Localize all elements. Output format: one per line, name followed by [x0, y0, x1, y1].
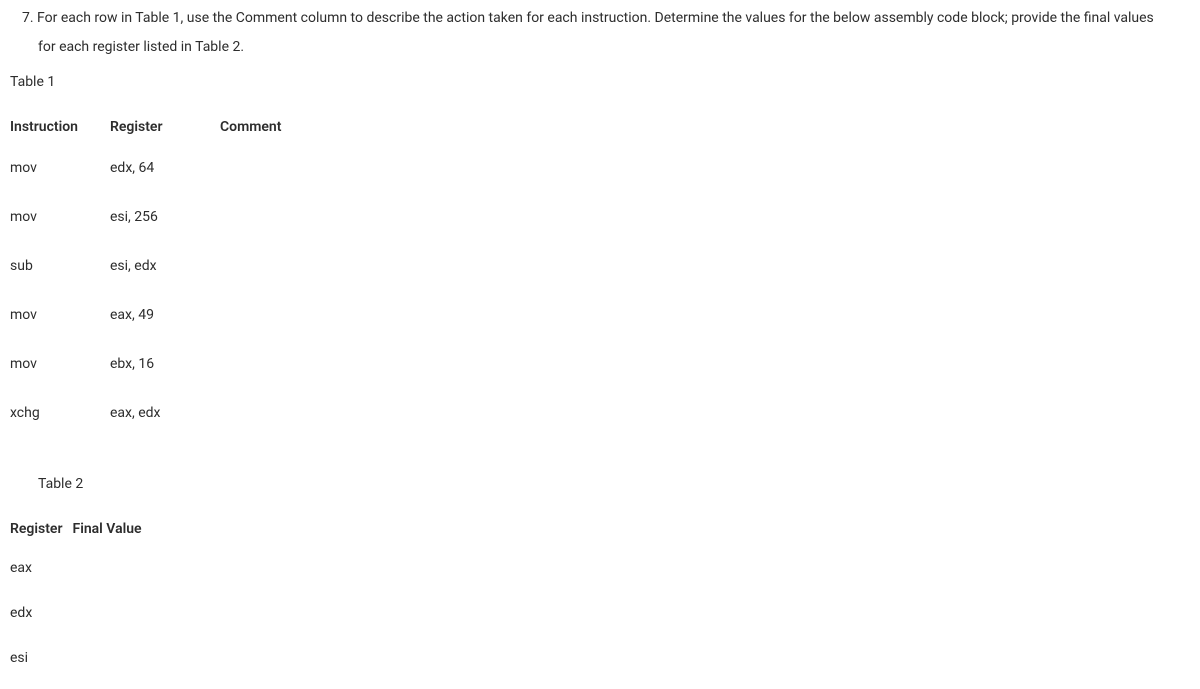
table1: Instruction Register Comment mov edx, 64… [10, 111, 311, 438]
cell-finalvalue [73, 636, 152, 681]
cell-instruction: mov [10, 340, 110, 389]
table2: Register Final Value eax edx esi [10, 513, 152, 681]
table1-header-row: Instruction Register Comment [10, 111, 311, 144]
table1-header-instruction: Instruction [10, 111, 110, 144]
cell-instruction: sub [10, 242, 110, 291]
table-row: mov esi, 256 [10, 193, 311, 242]
table2-label: Table 2 [38, 474, 1190, 495]
cell-comment [220, 193, 311, 242]
cell-register: esi [10, 636, 73, 681]
cell-instruction: xchg [10, 389, 110, 438]
table2-header-row: Register Final Value [10, 513, 152, 546]
table-row: sub esi, edx [10, 242, 311, 291]
table-row: esi [10, 636, 152, 681]
cell-instruction: mov [10, 193, 110, 242]
cell-comment [220, 242, 311, 291]
cell-register: ebx, 16 [110, 340, 220, 389]
table2-header-finalvalue: Final Value [73, 513, 152, 546]
table-row: eax [10, 546, 152, 591]
table-row: mov edx, 64 [10, 144, 311, 193]
table1-label: Table 1 [10, 72, 1190, 93]
table-row: xchg eax, edx [10, 389, 311, 438]
table-row: mov eax, 49 [10, 291, 311, 340]
table2-header-register: Register [10, 513, 73, 546]
cell-instruction: mov [10, 291, 110, 340]
cell-register: eax [10, 546, 73, 591]
cell-comment [220, 291, 311, 340]
table1-header-comment: Comment [220, 111, 311, 144]
question-line2: for each register listed in Table 2. [10, 37, 1190, 58]
table-row: edx [10, 591, 152, 636]
cell-finalvalue [73, 546, 152, 591]
question-line1: 7. For each row in Table 1, use the Comm… [10, 8, 1190, 29]
cell-register: esi, 256 [110, 193, 220, 242]
cell-instruction: mov [10, 144, 110, 193]
cell-comment [220, 389, 311, 438]
cell-comment [220, 340, 311, 389]
table-row: mov ebx, 16 [10, 340, 311, 389]
cell-register: eax, edx [110, 389, 220, 438]
cell-register: edx [10, 591, 73, 636]
cell-register: edx, 64 [110, 144, 220, 193]
cell-finalvalue [73, 591, 152, 636]
table1-header-register: Register [110, 111, 220, 144]
cell-register: eax, 49 [110, 291, 220, 340]
cell-comment [220, 144, 311, 193]
cell-register: esi, edx [110, 242, 220, 291]
